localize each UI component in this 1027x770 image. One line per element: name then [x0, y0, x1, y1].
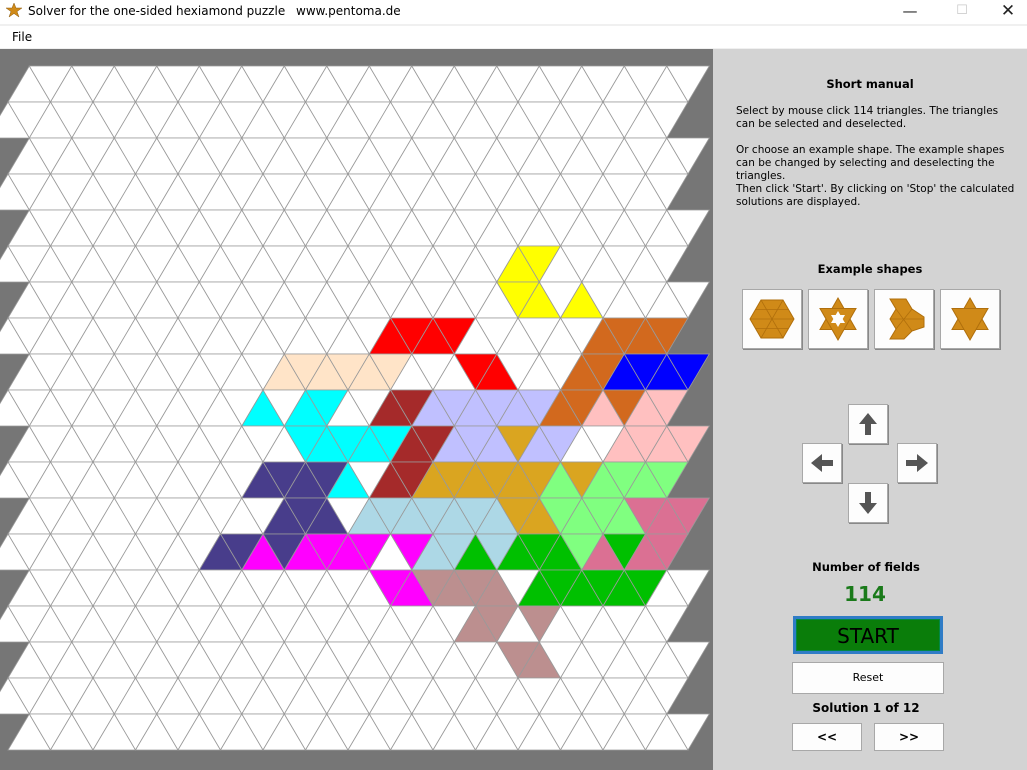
- minimize-button[interactable]: —: [887, 0, 933, 24]
- move-down-button[interactable]: [848, 483, 888, 523]
- move-left-button[interactable]: [802, 443, 842, 483]
- example-hexagram-outline-button[interactable]: [808, 289, 868, 349]
- move-right-button[interactable]: [897, 443, 937, 483]
- arrow-left-icon: [811, 454, 833, 472]
- app-icon: [6, 3, 22, 18]
- example-propeller-button[interactable]: [874, 289, 934, 349]
- triangle-cells[interactable]: [0, 65, 711, 751]
- start-button-label: START: [796, 619, 940, 651]
- puzzle-board: [0, 49, 713, 770]
- manual-heading: Short manual: [826, 77, 914, 91]
- window-url: www.pentoma.de: [296, 4, 401, 18]
- maximize-button[interactable]: ☐: [939, 0, 985, 24]
- close-button[interactable]: ✕: [985, 0, 1027, 24]
- arrow-down-icon: [859, 492, 877, 514]
- solution-counter: Solution 1 of 12: [812, 701, 920, 715]
- hexagram-outline-icon: [819, 296, 857, 342]
- move-up-button[interactable]: [848, 404, 888, 444]
- arrow-up-icon: [859, 413, 877, 435]
- control-panel: Short manual Select by mouse click 114 t…: [713, 49, 1027, 770]
- start-button[interactable]: START: [793, 616, 943, 654]
- next-solution-button[interactable]: >>: [874, 723, 944, 751]
- examples-heading: Example shapes: [817, 262, 923, 276]
- reset-button[interactable]: Reset: [792, 662, 944, 694]
- title-bar: Solver for the one-sided hexiamond puzzl…: [0, 0, 1027, 24]
- manual-paragraph: Or choose an example shape. The example …: [736, 144, 1005, 182]
- manual-paragraph: Then click 'Start'. By clicking on 'Stop…: [736, 183, 1015, 208]
- hexagram-icon: [951, 296, 989, 342]
- menu-bar: File: [0, 26, 1027, 48]
- example-hexagon-button[interactable]: [742, 289, 802, 349]
- fields-label: Number of fields: [812, 560, 920, 574]
- menu-file[interactable]: File: [12, 30, 32, 44]
- triangle-grid[interactable]: [0, 49, 713, 770]
- propeller-icon: [889, 298, 925, 340]
- example-hexagram-button[interactable]: [940, 289, 1000, 349]
- arrow-right-icon: [906, 454, 928, 472]
- fields-count: 114: [844, 582, 886, 606]
- previous-solution-button[interactable]: <<: [792, 723, 862, 751]
- manual-paragraph: Select by mouse click 114 triangles. The…: [736, 105, 999, 130]
- hexagon-icon: [749, 299, 795, 339]
- window-title: Solver for the one-sided hexiamond puzzl…: [28, 4, 286, 18]
